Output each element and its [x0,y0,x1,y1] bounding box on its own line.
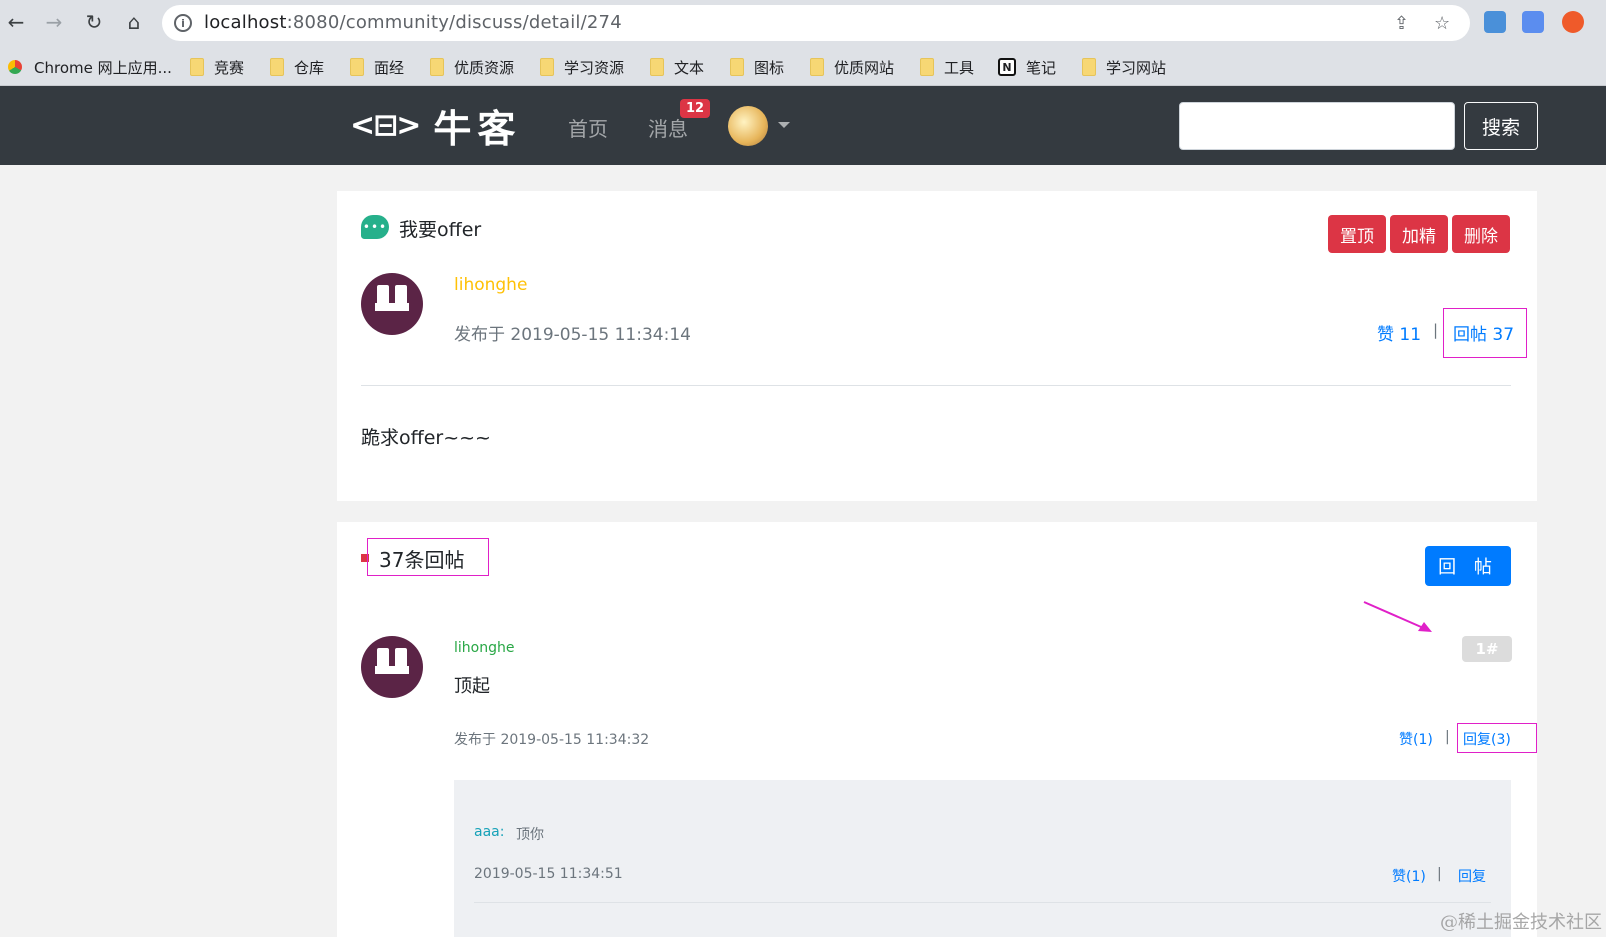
folder-icon [730,58,744,76]
bookmark-label: 工具 [944,58,975,77]
folder-icon [190,58,204,76]
watermark-text: @稀土掘金技术社区 [1440,912,1602,933]
folder-icon [650,58,664,76]
site-logo[interactable]: <⊟> 牛客 [350,100,522,151]
bookmark-label: 图标 [754,58,785,77]
folder-icon [430,58,444,76]
bookmark-star-icon[interactable]: ☆ [1434,13,1450,34]
chat-bubble-icon: ••• [361,215,389,239]
post-publish-time: 发布于 2019-05-15 11:34:14 [454,325,691,345]
bookmark-label: 学习网站 [1106,58,1167,77]
forward-arrow-icon[interactable]: → [40,8,68,36]
bookmark-item[interactable]: 优质网站 [810,56,894,78]
url-path: :8080/community/discuss/detail/274 [286,12,622,33]
download-extension-icon[interactable] [1484,11,1506,33]
url-text: localhost:8080/community/discuss/detail/… [204,12,622,33]
share-icon[interactable]: ⇪ [1394,13,1409,34]
annotation-highlight-box [367,538,489,576]
bookmark-label: 仓库 [294,58,325,77]
author-avatar[interactable] [361,273,423,335]
annotation-arrow-icon [1363,601,1432,632]
logo-text: 牛客 [433,106,522,151]
bookmark-label: 学习资源 [564,58,625,77]
reply-post-button[interactable]: 回 帖 [1425,546,1511,586]
bookmark-item[interactable]: Chrome 网上应用... [8,56,172,78]
bookmark-label: 优质网站 [834,58,895,77]
divider [361,385,1511,386]
bookmark-item[interactable]: 工具 [920,56,974,78]
folder-icon [1082,58,1096,76]
sub-reply-time: 2019-05-15 11:34:51 [474,866,623,882]
sub-reply-like-link[interactable]: 赞(1) [1392,866,1426,886]
nav-home-link[interactable]: 首页 [568,113,608,142]
bookmark-item[interactable]: 文本 [650,56,704,78]
floor-badge: 1# [1462,636,1512,662]
bookmark-item[interactable]: 优质资源 [430,56,514,78]
bookmark-item[interactable]: N 笔记 [998,56,1056,78]
bookmark-item[interactable]: 面经 [350,56,404,78]
search-button[interactable]: 搜索 [1464,102,1538,150]
bookmark-label: 笔记 [1026,58,1057,77]
post-title: 我要offer [399,219,482,241]
reply-content: 顶起 [454,676,490,697]
replies-card: 37条回帖 回 帖 lihonghe 1# 顶起 发布于 2019-05-15 … [337,522,1537,937]
mark-wonderful-button[interactable]: 加精 [1390,215,1448,253]
post-card: ••• 我要offer 置顶 加精 删除 lihonghe 发布于 2019-0… [337,191,1537,501]
site-navbar: <⊟> 牛客 首页 消息 12 搜索 [0,86,1606,165]
bookmark-label: 面经 [374,58,405,77]
message-count-badge: 12 [680,99,711,118]
post-like-link[interactable]: 赞 11 [1377,320,1421,345]
folder-icon [920,58,934,76]
sub-reply-reply-link[interactable]: 回复 [1458,866,1486,886]
separator: | [1437,866,1442,882]
site-info-icon[interactable]: i [174,14,192,32]
reply-like-link[interactable]: 赞(1) [1399,729,1433,749]
bookmark-item[interactable]: 仓库 [270,56,324,78]
bookmark-label: 优质资源 [454,58,515,77]
bookmark-item[interactable]: 学习网站 [1082,56,1166,78]
folder-icon [540,58,554,76]
folder-icon [350,58,364,76]
annotation-highlight-box [1443,308,1527,358]
logo-mark-icon: <⊟> [350,107,421,143]
reply-author-avatar[interactable] [361,636,423,698]
post-author-name[interactable]: lihonghe [454,275,527,295]
chrome-webstore-icon [8,60,22,74]
url-host: localhost [204,12,287,33]
separator: | [1433,321,1439,339]
reply-publish-time: 发布于 2019-05-15 11:34:32 [454,732,650,748]
bookmark-label: 文本 [674,58,705,77]
address-bar[interactable]: i localhost:8080/community/discuss/detai… [162,5,1470,41]
folder-icon [270,58,284,76]
sub-reply-list: aaa: 顶你 2019-05-15 11:34:51 赞(1) | 回复 [454,780,1511,937]
bookmark-label: Chrome 网上应用... [34,58,172,77]
divider [474,902,1491,903]
bookmark-label: 竞赛 [214,58,245,77]
reply-author-name[interactable]: lihonghe [454,640,514,656]
caret-down-icon[interactable] [778,122,790,128]
translate-extension-icon[interactable] [1522,11,1544,33]
annotation-highlight-box [1457,723,1537,753]
back-arrow-icon[interactable]: ← [2,8,30,36]
bookmark-item[interactable]: 学习资源 [540,56,624,78]
folder-icon [810,58,824,76]
infinity-extension-icon[interactable] [1562,11,1584,33]
bookmarks-bar: Chrome 网上应用... 竞赛 仓库 面经 优质资源 学习资源 文本 图标 … [0,46,1606,86]
delete-post-button[interactable]: 删除 [1452,215,1510,253]
reload-icon[interactable]: ↻ [80,8,108,36]
post-content: 跪求offer~~~ [361,427,491,449]
search-input[interactable] [1179,102,1455,150]
sub-reply-text: 顶你 [516,827,544,843]
bookmark-item[interactable]: 图标 [730,56,784,78]
pin-top-button[interactable]: 置顶 [1328,215,1386,253]
browser-toolbar: ← → ↻ ⌂ i localhost:8080/community/discu… [0,0,1606,46]
sub-reply-author[interactable]: aaa: [474,824,504,840]
notion-icon: N [998,58,1016,76]
home-icon[interactable]: ⌂ [120,8,148,36]
bookmark-item[interactable]: 竞赛 [190,56,244,78]
separator: | [1445,729,1450,745]
user-avatar-dropdown[interactable] [728,106,768,146]
